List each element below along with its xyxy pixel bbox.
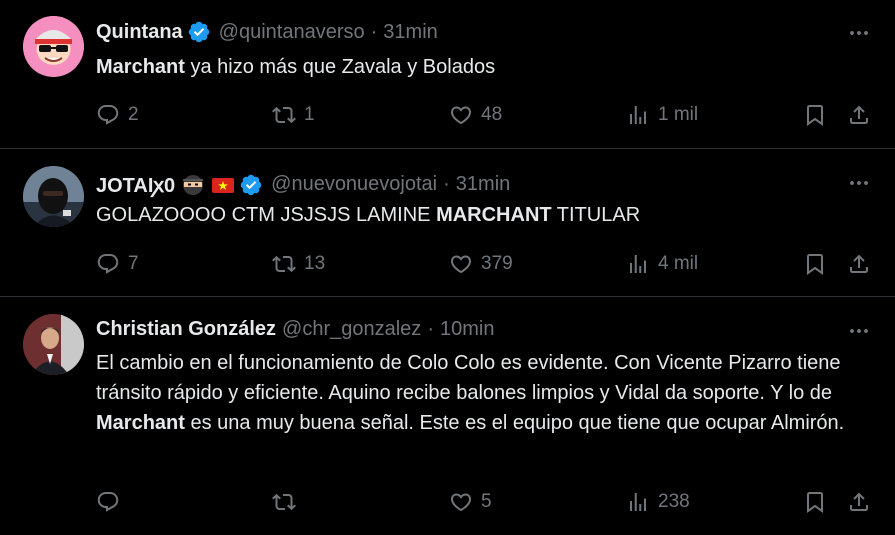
- avatar-photo-image: [23, 314, 84, 375]
- ninja-emoji-icon: [183, 174, 204, 195]
- tweet-text-rest: ya hizo más que Zavala y Bolados: [184, 56, 496, 78]
- tweet-text: Marchant ya hizo más que Zavala y Bolado…: [96, 52, 855, 82]
- avatar-photo-image: [23, 166, 84, 227]
- reply-button[interactable]: [96, 488, 128, 516]
- retweet-icon: [272, 490, 296, 514]
- tweet-text-bold: MARCHANT: [436, 204, 552, 226]
- like-button[interactable]: 5: [449, 488, 492, 516]
- like-count: 379: [481, 253, 513, 274]
- tweet-actions: 5 238: [96, 488, 875, 516]
- tweet-text-pre: GOLAZOOOO CTM JSJSJS LAMINE: [96, 204, 437, 226]
- views-button[interactable]: 238: [626, 488, 690, 516]
- tweet-text-rest: es una muy buena señal. Este es el equip…: [184, 412, 845, 434]
- avatar-cartoon-image: [23, 16, 84, 77]
- reply-count: 2: [128, 104, 139, 125]
- avatar[interactable]: [23, 166, 84, 227]
- views-chart-icon: [626, 490, 650, 514]
- share-icon: [847, 490, 871, 514]
- bookmark-button[interactable]: [803, 101, 827, 129]
- reply-count: 7: [128, 253, 139, 274]
- views-button[interactable]: 4 mil: [626, 250, 698, 278]
- bookmark-button[interactable]: [803, 488, 827, 516]
- author-handle[interactable]: @quintanaverso: [219, 21, 365, 44]
- reply-icon: [96, 103, 120, 127]
- tweet-text-bold: Marchant: [96, 56, 185, 78]
- reply-button[interactable]: 2: [96, 101, 139, 129]
- bookmark-icon: [803, 103, 827, 127]
- reply-icon: [96, 490, 120, 514]
- retweet-button[interactable]: 13: [272, 250, 325, 278]
- avatar[interactable]: [23, 314, 84, 375]
- views-chart-icon: [626, 252, 650, 276]
- avatar[interactable]: [23, 16, 84, 77]
- tweet[interactable]: Christian González @chr_gonzalez · 10min…: [0, 297, 895, 535]
- author-name[interactable]: Christian González: [96, 318, 276, 341]
- view-count: 4 mil: [658, 253, 699, 274]
- timestamp[interactable]: 10min: [440, 318, 494, 341]
- like-button[interactable]: 48: [449, 101, 502, 129]
- tweet-feed: Quintana @quintanaverso · 31min Marchant…: [0, 0, 895, 535]
- share-button[interactable]: [847, 250, 871, 278]
- more-options-icon[interactable]: [847, 21, 871, 45]
- timestamp[interactable]: 31min: [383, 21, 437, 44]
- author-handle[interactable]: @chr_gonzalez: [282, 318, 421, 341]
- share-icon: [847, 103, 871, 127]
- view-count: 238: [658, 491, 690, 512]
- tweet-text: El cambio en el funcionamiento de Colo C…: [96, 348, 845, 438]
- separator-dot: ·: [443, 173, 450, 195]
- views-button[interactable]: 1 mil: [626, 101, 698, 129]
- timestamp[interactable]: 31min: [456, 173, 510, 196]
- verified-badge-icon: [187, 20, 211, 44]
- retweet-count: 1: [304, 104, 315, 125]
- verified-badge-icon: [239, 173, 263, 197]
- views-chart-icon: [626, 103, 650, 127]
- tweet-text: GOLAZOOOO CTM JSJSJS LAMINE MARCHANT TIT…: [96, 200, 855, 230]
- separator-dot: ·: [370, 20, 378, 43]
- tweet-actions: 7 13 379 4 mil: [96, 250, 875, 278]
- heart-icon: [449, 103, 473, 127]
- tweet-actions: 2 1 48 1 mil: [96, 101, 875, 129]
- like-button[interactable]: 379: [449, 250, 513, 278]
- bookmark-icon: [803, 490, 827, 514]
- share-button[interactable]: [847, 488, 871, 516]
- share-icon: [847, 252, 871, 276]
- bookmark-button[interactable]: [803, 250, 827, 278]
- author-handle[interactable]: @nuevonuevojotai: [271, 173, 437, 196]
- reply-icon: [96, 252, 120, 276]
- like-count: 48: [481, 104, 503, 125]
- retweet-button[interactable]: [272, 488, 304, 516]
- tweet[interactable]: Quintana @quintanaverso · 31min Marchant…: [0, 0, 895, 149]
- view-count: 1 mil: [658, 104, 699, 125]
- tweet-text-rest: TITULAR: [551, 204, 641, 226]
- reply-button[interactable]: 7: [96, 250, 139, 278]
- more-options-icon[interactable]: [847, 319, 871, 343]
- retweet-icon: [272, 252, 296, 276]
- more-options-icon[interactable]: [847, 171, 871, 195]
- share-button[interactable]: [847, 101, 871, 129]
- heart-icon: [449, 252, 473, 276]
- retweet-button[interactable]: 1: [272, 101, 315, 129]
- vietnam-flag-icon: [212, 177, 235, 193]
- bookmark-icon: [803, 252, 827, 276]
- heart-icon: [449, 490, 473, 514]
- retweet-icon: [272, 103, 296, 127]
- tweet[interactable]: JOTAIꭗ0 @nuevonuevojotai · 31min GOLAZOO…: [0, 149, 895, 297]
- retweet-count: 13: [304, 253, 326, 274]
- separator-dot: ·: [427, 318, 434, 340]
- tweet-text-pre: El cambio en el funcionamiento de Colo C…: [96, 352, 841, 404]
- author-name[interactable]: JOTAIꭗ0: [96, 171, 175, 198]
- author-name[interactable]: Quintana: [96, 21, 183, 44]
- like-count: 5: [481, 491, 492, 512]
- tweet-text-bold: Marchant: [96, 412, 185, 434]
